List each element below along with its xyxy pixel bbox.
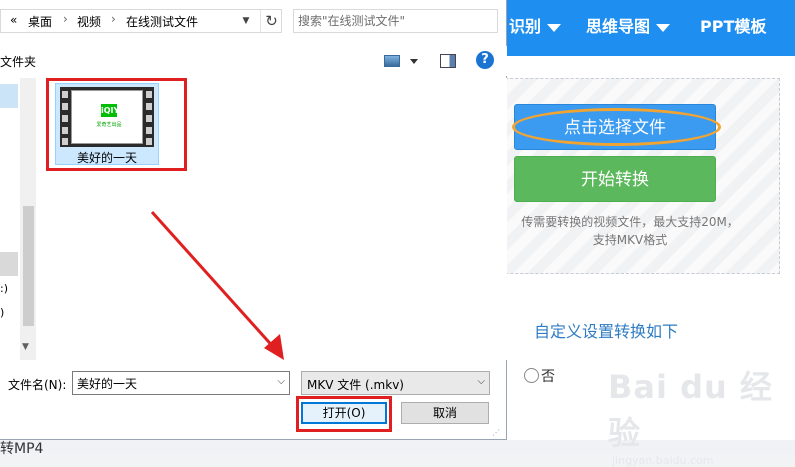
- chevron-down-icon[interactable]: ▼: [235, 10, 257, 32]
- chevron-down-icon: ⌵: [477, 376, 485, 387]
- change-view-button[interactable]: [384, 53, 422, 71]
- filename-combobox[interactable]: ⌵: [72, 371, 290, 395]
- breadcrumb-desktop[interactable]: 桌面: [28, 13, 52, 30]
- open-button[interactable]: 打开(O): [301, 402, 387, 424]
- nav-drive-label[interactable]: :): [0, 282, 8, 295]
- video-thumbnail: iQIY 爱奇艺出品: [60, 87, 154, 147]
- film-sprocket: [62, 103, 68, 110]
- nav-item-recognition[interactable]: 识别: [509, 0, 562, 56]
- breadcrumb-separator-icon[interactable]: ›: [111, 12, 116, 26]
- upload-hint-line: 传需要转换的视频文件，最大支持20M，: [521, 215, 739, 229]
- breadcrumb-separator-icon[interactable]: ›: [63, 12, 68, 26]
- caret-down-icon: [656, 23, 671, 32]
- caret-down-icon: [547, 23, 562, 32]
- select-file-button[interactable]: 点击选择文件: [514, 104, 716, 150]
- search-input[interactable]: [298, 11, 498, 31]
- filename-input[interactable]: [77, 373, 267, 393]
- scroll-down-icon[interactable]: ▼: [22, 342, 29, 352]
- film-sprocket: [62, 91, 68, 98]
- film-sprocket: [146, 115, 152, 122]
- radio-option-no[interactable]: 否: [524, 366, 555, 386]
- upload-hint-line: 支持MKV格式: [592, 233, 668, 247]
- nav-item-label: 思维导图: [586, 17, 651, 36]
- filename-label: 文件名(N):: [8, 378, 67, 392]
- help-icon[interactable]: ?: [476, 51, 494, 69]
- open-file-dialog: « 桌面 › 视频 › 在线测试文件 ▼ ↻ 文件夹 ? :) ) ▼: [0, 0, 507, 440]
- film-sprocket: [62, 138, 68, 145]
- chevron-down-icon[interactable]: ⌵: [277, 376, 285, 387]
- nav-selected-item[interactable]: [0, 84, 18, 108]
- cancel-button[interactable]: 取消: [401, 402, 489, 424]
- upload-hint: 传需要转换的视频文件，最大支持20M， 支持MKV格式: [490, 213, 770, 249]
- breadcrumb-videos[interactable]: 视频: [77, 13, 101, 30]
- nav-item-ppt-template[interactable]: PPT模板: [700, 0, 766, 56]
- new-folder-button[interactable]: 文件夹: [0, 53, 36, 70]
- file-name: 美好的一天: [76, 151, 137, 165]
- view-icon: [384, 55, 400, 67]
- film-sprocket: [62, 127, 68, 134]
- iqiyi-logo: iQIY: [101, 104, 120, 117]
- thumbnail-frame: iQIY 爱奇艺出品: [71, 90, 143, 144]
- search-box[interactable]: [293, 9, 498, 33]
- preview-pane-icon[interactable]: [440, 54, 456, 68]
- film-sprocket: [146, 138, 152, 145]
- address-row: « 桌面 › 视频 › 在线测试文件 ▼ ↻: [0, 6, 507, 34]
- start-convert-button[interactable]: 开始转换: [514, 156, 716, 202]
- caret-down-icon: [410, 59, 418, 64]
- format-label: 转MP4: [0, 441, 44, 457]
- film-sprocket: [146, 103, 152, 110]
- radio-circle[interactable]: [524, 368, 539, 383]
- breadcrumb-test-files[interactable]: 在线测试文件: [126, 13, 198, 30]
- nav-hover-item[interactable]: [0, 252, 18, 276]
- file-item[interactable]: iQIY 爱奇艺出品 美好的一天: [55, 83, 159, 165]
- nav-item-label: PPT模板: [700, 17, 767, 36]
- breadcrumb-overflow[interactable]: «: [10, 13, 17, 27]
- film-sprocket: [146, 91, 152, 98]
- address-bar[interactable]: « 桌面 › 视频 › 在线测试文件 ▼ ↻: [0, 9, 282, 33]
- nav-scrollbar-thumb[interactable]: [23, 206, 34, 326]
- thumbnail-caption: 爱奇艺出品: [96, 122, 122, 128]
- filetype-select[interactable]: MKV 文件 (.mkv) ⌵: [301, 371, 490, 395]
- nav-drive-label[interactable]: ): [0, 306, 4, 319]
- custom-settings-title: 自定义设置转换如下: [534, 322, 679, 341]
- filetype-value: MKV 文件 (.mkv): [307, 378, 404, 392]
- nav-item-label: 识别: [509, 17, 542, 36]
- dialog-toolbar: 文件夹 ?: [0, 46, 507, 76]
- watermark-url: jingyan.baidu.com: [612, 454, 714, 467]
- radio-label: 否: [541, 369, 555, 385]
- refresh-icon[interactable]: ↻: [260, 10, 282, 32]
- resize-grip-icon[interactable]: ⋰: [492, 428, 504, 438]
- nav-item-mindmap[interactable]: 思维导图: [586, 0, 671, 56]
- film-sprocket: [146, 127, 152, 134]
- film-sprocket: [62, 115, 68, 122]
